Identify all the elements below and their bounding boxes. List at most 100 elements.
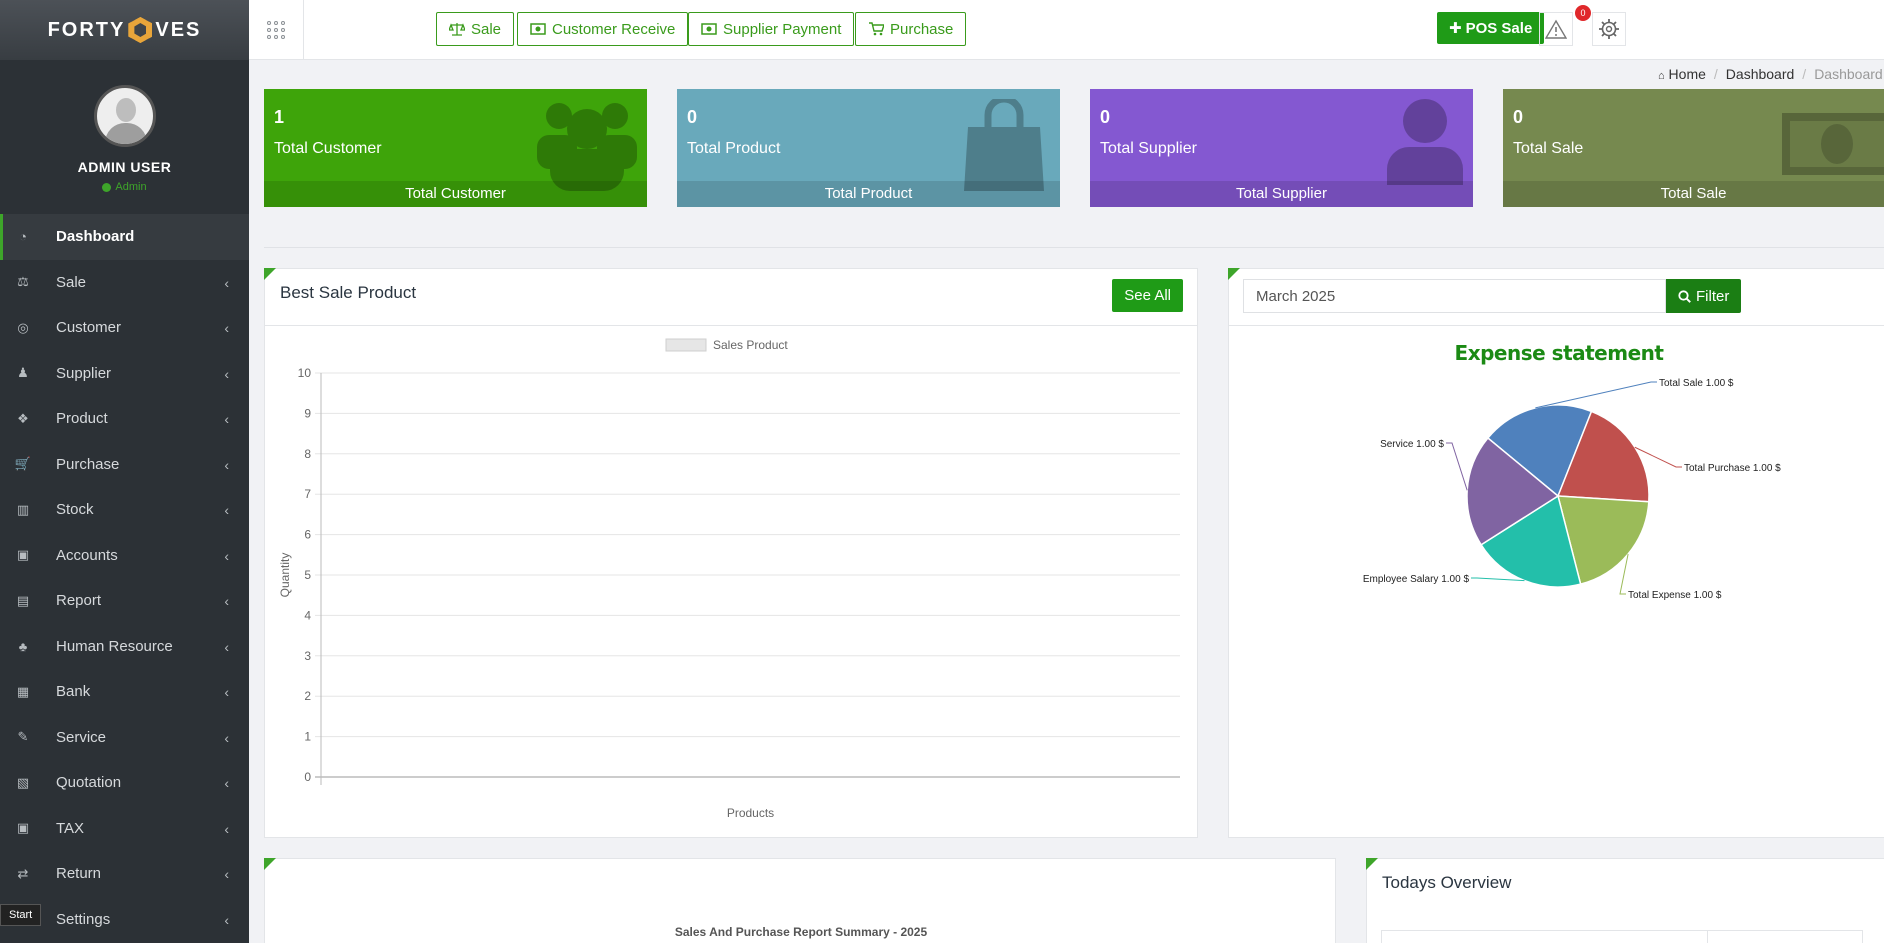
sidebar-item-service[interactable]: ✎ Service ‹ <box>0 715 249 761</box>
sidebar-item-dashboard[interactable]: ◔ Dashboard <box>0 214 249 260</box>
user-icon <box>1387 99 1463 185</box>
search-icon <box>1678 289 1691 303</box>
sidebar-item-label: Dashboard <box>56 228 135 246</box>
stat-label: Total Customer <box>274 140 382 157</box>
sidebar-item-supplier[interactable]: ♟ Supplier ‹ <box>0 351 249 397</box>
sidebar-item-human-resource[interactable]: ♣ Human Resource ‹ <box>0 624 249 670</box>
y-tick-label: 5 <box>304 568 311 582</box>
chevron-left-icon: ‹ <box>224 365 229 382</box>
panel-title: Todays Overview <box>1382 873 1512 892</box>
customer-receive-label: Customer Receive <box>552 20 676 38</box>
apps-grid-icon <box>267 21 285 39</box>
service-icon: ✎ <box>17 729 29 745</box>
y-tick-label: 4 <box>304 608 311 622</box>
home-icon: ⌂ <box>1658 70 1665 82</box>
sales-purchase-summary-panel: Sales And Purchase Report Summary - 2025 <box>264 858 1336 943</box>
expense-statement-panel: March 2025 Filter Expense statement Tota… <box>1228 268 1884 838</box>
legend-swatch <box>665 338 707 352</box>
chevron-left-icon: ‹ <box>224 866 229 882</box>
y-tick-label: 0 <box>304 770 311 784</box>
stat-value: 0 <box>1100 107 1111 127</box>
y-tick-label: 1 <box>304 730 311 744</box>
sidebar-item-label: Customer <box>56 319 122 337</box>
sidebar-item-label: Human Resource <box>56 637 173 655</box>
sidebar-item-purchase[interactable]: 🛒 Purchase ‹ <box>0 442 249 488</box>
quick-sale-button[interactable]: Sale <box>436 12 515 46</box>
breadcrumb-separator: / <box>1713 66 1718 82</box>
user-role: Admin <box>102 181 147 193</box>
chevron-left-icon: ‹ <box>224 684 229 700</box>
quick-purchase-button[interactable]: Purchase <box>855 12 967 46</box>
sidebar-item-accounts[interactable]: ▣ Accounts ‹ <box>0 533 249 579</box>
stat-label: Total Sale <box>1513 140 1584 157</box>
sidebar-item-label: Product <box>56 410 108 428</box>
stat-label: Total Supplier <box>1100 140 1197 157</box>
sidebar-item-quotation[interactable]: ▧ Quotation ‹ <box>0 760 249 806</box>
dashboard-icon: ◔ <box>19 229 27 245</box>
breadcrumb-home[interactable]: ⌂ Home <box>1658 66 1706 82</box>
sidebar-item-label: Settings <box>56 910 111 928</box>
sidebar-item-report[interactable]: ▤ Report ‹ <box>0 578 249 624</box>
balance-scale-icon: ⚖ <box>17 274 29 290</box>
users-icon <box>537 103 637 191</box>
todays-overview-panel: Todays Overview <box>1366 858 1884 943</box>
sidebar-item-return[interactable]: ⇄ Return ‹ <box>0 851 249 897</box>
customer-receive-button[interactable]: Customer Receive <box>517 12 689 46</box>
breadcrumb-dashboard[interactable]: Dashboard <box>1726 66 1795 82</box>
stat-card-customer[interactable]: 1 Total Customer Total Customer <box>264 89 647 207</box>
sidebar-item-bank[interactable]: ▦ Bank ‹ <box>0 669 249 715</box>
month-picker-input[interactable]: March 2025 <box>1243 279 1666 313</box>
chevron-left-icon: ‹ <box>224 775 229 791</box>
panel-corner-marker <box>1366 858 1378 870</box>
stat-card-supplier[interactable]: 0 Total Supplier Total Supplier <box>1090 89 1473 207</box>
quick-sale-label: Sale <box>471 20 502 38</box>
best-sale-bar-chart: Sales Product 0 1 2 3 4 5 6 7 8 9 10 Products Quantit… <box>278 338 1180 820</box>
stat-value: 0 <box>1513 107 1524 127</box>
brand-text-right: VES <box>155 18 202 41</box>
sidebar-item-label: Sale <box>56 273 87 291</box>
chevron-left-icon: ‹ <box>224 547 229 564</box>
filter-button[interactable]: Filter <box>1666 279 1742 313</box>
y-tick-label: 9 <box>304 406 311 420</box>
sidebar-item-tax[interactable]: ▣ TAX ‹ <box>0 806 249 852</box>
see-all-button[interactable]: See All <box>1112 279 1183 312</box>
money-icon: ▣ <box>16 820 30 836</box>
book-icon: ▤ <box>16 592 30 608</box>
stat-card-sale[interactable]: 0 Total Sale Total Sale <box>1503 89 1884 207</box>
chevron-left-icon: ‹ <box>224 411 229 427</box>
sidebar-item-product[interactable]: ❖ Product ‹ <box>0 396 249 442</box>
pie-leader-line <box>1446 442 1468 491</box>
start-tooltip: Start <box>0 904 42 926</box>
pos-sale-button[interactable]: ✚ POS Sale <box>1437 12 1545 44</box>
sidebar-item-label: Accounts <box>56 546 118 564</box>
chevron-left-icon: ‹ <box>224 320 229 336</box>
plus-icon: ✚ <box>1449 20 1462 37</box>
supplier-payment-button[interactable]: Supplier Payment <box>688 12 855 46</box>
sidebar-item-sale[interactable]: ⚖ Sale ‹ <box>0 260 249 306</box>
stat-footer: Total Sale <box>1503 181 1884 207</box>
apps-menu-button[interactable] <box>249 0 304 60</box>
alert-count-badge: 0 <box>1575 5 1591 21</box>
pie-leader-line <box>1535 381 1657 409</box>
chevron-left-icon: ‹ <box>224 911 229 928</box>
user-circle-icon: ◎ <box>17 319 29 335</box>
warning-icon <box>1545 19 1567 39</box>
quick-purchase-label: Purchase <box>890 20 954 38</box>
panel-corner-marker <box>1228 268 1240 280</box>
sidebar-item-label: Supplier <box>56 364 112 382</box>
panel-corner-marker <box>264 858 276 870</box>
user-role-label: Admin <box>115 181 147 193</box>
avatar[interactable] <box>93 85 156 147</box>
sidebar-item-label: Purchase <box>56 455 120 473</box>
alert-button[interactable] <box>1539 12 1573 46</box>
settings-gear-button[interactable] <box>1592 12 1626 46</box>
sidebar-item-customer[interactable]: ◎ Customer ‹ <box>0 305 249 351</box>
pie-slice-label: Employee Salary 1.00 $ <box>1363 574 1470 585</box>
stat-card-product[interactable]: 0 Total Product Total Product <box>677 89 1060 207</box>
cubes-icon: ❖ <box>17 410 29 426</box>
panel-header-divider <box>1229 325 1884 326</box>
money-icon <box>701 23 717 35</box>
chevron-left-icon: ‹ <box>224 820 229 837</box>
brand-logo[interactable]: FORTY VES <box>0 0 249 60</box>
sidebar-item-stock[interactable]: ▥ Stock ‹ <box>0 487 249 533</box>
